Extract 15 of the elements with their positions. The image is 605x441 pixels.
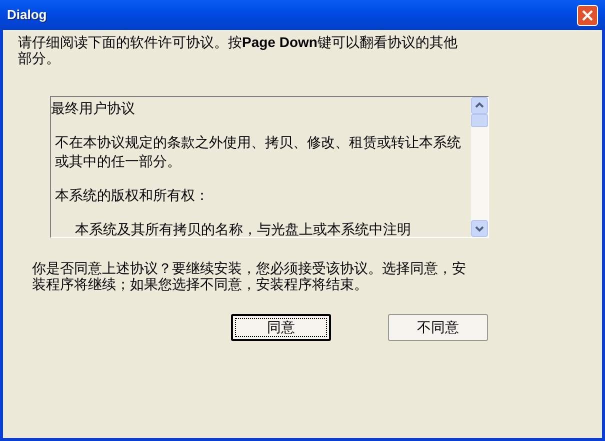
close-icon [582, 10, 593, 20]
scrollbar[interactable] [471, 97, 488, 237]
dialog-button[interactable]: 不同意 [388, 314, 488, 341]
agreement-heading: 最终用户协议 [51, 99, 136, 118]
scroll-down-icon[interactable] [471, 220, 488, 237]
scroll-thumb[interactable] [471, 114, 488, 127]
agreement-paragraph: 本系统的版权和所有权： [54, 186, 210, 205]
instruction-text: 请仔细阅读下面的软件许可协议。按Page Down键可以翻看协议的其他部分。 [18, 34, 458, 66]
agreement-paragraph: 不在本协议规定的条款之外使用、拷贝、修改、租赁或转让本系统或其中的任一部分。 [54, 133, 462, 171]
agreement-paragraph: 本系统及其所有拷贝的名称，与光盘上或本系统中注明 [74, 220, 412, 237]
question-text: 你是否同意上述协议？要继续安装，您必须接受该协议。选择同意，安装程序将继续；如果您选择不同意，安装程序将结束。 [32, 260, 467, 292]
scroll-up-icon[interactable] [471, 97, 488, 114]
close-button[interactable] [577, 4, 598, 26]
dialog-button[interactable]: 同意 [231, 314, 331, 341]
window-title: Dialog [7, 6, 47, 24]
